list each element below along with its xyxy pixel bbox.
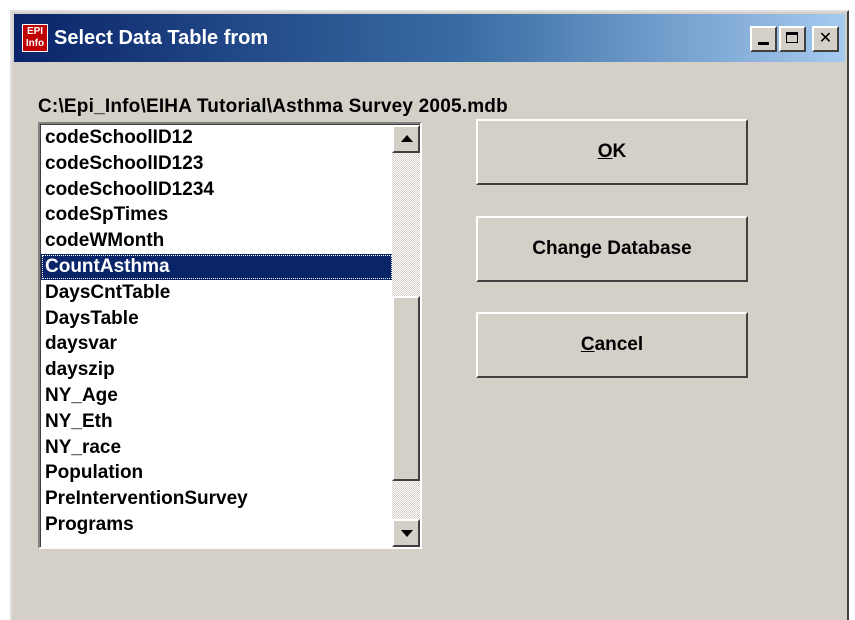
table-list-item[interactable]: codeSchoolID1234 xyxy=(41,177,393,203)
table-list-item[interactable]: CountAsthma xyxy=(41,253,393,280)
listbox-frame: codeSchoolID12 codeSchoolID123 codeSchoolI… xyxy=(40,124,420,547)
arrow-down-icon xyxy=(401,530,413,537)
select-data-table-dialog: EPI Info Select Data Table from ✕ C:\Epi… xyxy=(10,10,849,620)
cancel-button[interactable]: Cancel xyxy=(476,312,748,378)
table-listbox[interactable]: codeSchoolID12 codeSchoolID123 codeSchoolI… xyxy=(38,122,422,549)
table-list-item[interactable]: NY_Eth xyxy=(41,409,393,435)
cancel-button-label: Cancel xyxy=(581,334,643,356)
table-list-items: codeSchoolID12 codeSchoolID123 codeSchoolI… xyxy=(41,125,393,538)
table-list-item[interactable]: codeWMonth xyxy=(41,228,393,254)
table-list-item[interactable]: DaysTable xyxy=(41,306,393,332)
scroll-down-button[interactable] xyxy=(392,519,420,547)
ok-button-label: OK xyxy=(598,141,627,163)
cancel-accelerator: C xyxy=(580,334,595,355)
close-icon: ✕ xyxy=(818,28,833,47)
app-icon-text-top: EPI xyxy=(26,26,44,37)
ok-label-rest: K xyxy=(612,141,627,162)
app-icon-text-bottom: Info xyxy=(25,38,45,49)
ok-button[interactable]: OK xyxy=(476,119,748,185)
maximize-button[interactable] xyxy=(779,26,806,52)
table-list-item[interactable]: dayszip xyxy=(41,357,393,383)
table-list-item[interactable]: daysvar xyxy=(41,331,393,357)
database-path-label: C:\Epi_Info\EIHA Tutorial\Asthma Survey … xyxy=(38,96,508,117)
table-list-item[interactable]: NY_Age xyxy=(41,383,393,409)
epi-info-app-icon: EPI Info xyxy=(22,24,48,52)
scroll-up-button[interactable] xyxy=(392,125,420,153)
close-button[interactable]: ✕ xyxy=(812,26,839,52)
table-list-item[interactable]: codeSchoolID12 xyxy=(41,125,393,151)
change-database-button[interactable]: Change Database xyxy=(476,216,748,282)
minimize-icon xyxy=(758,42,769,45)
table-list-item[interactable]: DaysCntTable xyxy=(41,280,393,306)
arrow-up-icon xyxy=(401,135,413,142)
table-list-item[interactable]: NY_race xyxy=(41,435,393,461)
table-list-item[interactable]: codeSchoolID123 xyxy=(41,151,393,177)
table-list-item[interactable]: PreInterventionSurvey xyxy=(41,486,393,512)
title-bar[interactable]: EPI Info Select Data Table from ✕ xyxy=(14,14,845,62)
change-database-label: Change Database xyxy=(532,238,692,259)
cancel-label-rest: ancel xyxy=(594,334,644,355)
minimize-button[interactable] xyxy=(750,26,777,52)
maximize-icon xyxy=(786,32,798,43)
window-title: Select Data Table from xyxy=(54,26,269,49)
table-list-item[interactable]: Population xyxy=(41,460,393,486)
table-list-item[interactable]: Programs xyxy=(41,512,393,538)
ok-accelerator: O xyxy=(597,141,613,162)
title-bar-buttons: ✕ xyxy=(750,26,839,52)
vertical-scrollbar[interactable] xyxy=(392,125,420,547)
scrollbar-thumb[interactable] xyxy=(392,296,420,481)
table-list-item[interactable]: codeSpTimes xyxy=(41,202,393,228)
